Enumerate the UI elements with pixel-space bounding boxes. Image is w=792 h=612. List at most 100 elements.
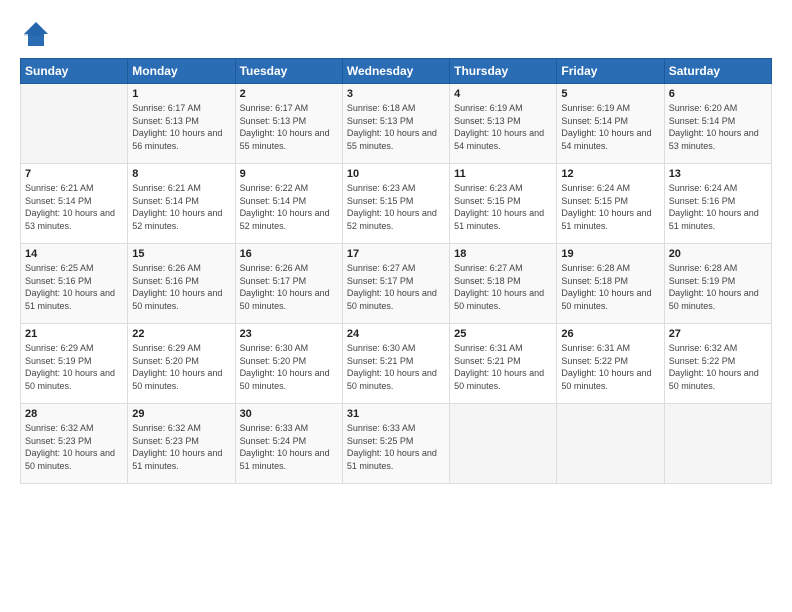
day-info: Sunrise: 6:20 AMSunset: 5:14 PMDaylight:…	[669, 102, 767, 152]
calendar-table: SundayMondayTuesdayWednesdayThursdayFrid…	[20, 58, 772, 484]
day-info: Sunrise: 6:30 AMSunset: 5:20 PMDaylight:…	[240, 342, 338, 392]
day-number: 15	[132, 248, 230, 260]
day-number: 3	[347, 88, 445, 100]
logo-icon	[20, 18, 52, 50]
day-info: Sunrise: 6:22 AMSunset: 5:14 PMDaylight:…	[240, 182, 338, 232]
day-cell: 16Sunrise: 6:26 AMSunset: 5:17 PMDayligh…	[235, 244, 342, 324]
day-cell: 15 Sunrise: 6:26 AMSunset: 5:16 PMDayligh…	[128, 244, 235, 324]
day-info: Sunrise: 6:32 AMSunset: 5:22 PMDaylight:…	[669, 342, 767, 392]
day-cell: 3Sunrise: 6:18 AMSunset: 5:13 PMDaylight…	[342, 84, 449, 164]
day-cell: 11Sunrise: 6:23 AMSunset: 5:15 PMDayligh…	[450, 164, 557, 244]
day-cell: 10 Sunrise: 6:23 AMSunset: 5:15 PMDayligh…	[342, 164, 449, 244]
day-number: 11	[454, 168, 552, 180]
day-number: 30	[240, 408, 338, 420]
day-info: Sunrise: 6:24 AMSunset: 5:15 PMDaylight:…	[561, 182, 659, 232]
day-cell: 5 Sunrise: 6:19 AMSunset: 5:14 PMDaylight…	[557, 84, 664, 164]
day-number: 23	[240, 328, 338, 340]
day-number: 7	[25, 168, 123, 180]
day-info: Sunrise: 6:31 AMSunset: 5:21 PMDaylight:…	[454, 342, 552, 392]
day-cell: 27 Sunrise: 6:32 AMSunset: 5:22 PMDayligh…	[664, 324, 771, 404]
day-info: Sunrise: 6:29 AMSunset: 5:19 PMDaylight:…	[25, 342, 123, 392]
day-number: 1	[132, 88, 230, 100]
day-cell: 24 Sunrise: 6:30 AMSunset: 5:21 PMDayligh…	[342, 324, 449, 404]
header-cell-wednesday: Wednesday	[342, 59, 449, 84]
day-info: Sunrise: 6:21 AMSunset: 5:14 PMDaylight:…	[25, 182, 123, 232]
day-number: 26	[561, 328, 659, 340]
day-cell: 7 Sunrise: 6:21 AMSunset: 5:14 PMDaylight…	[21, 164, 128, 244]
week-row-0: 1 Sunrise: 6:17 AMSunset: 5:13 PMDaylight…	[21, 84, 772, 164]
logo	[20, 18, 56, 50]
day-cell: 8 Sunrise: 6:21 AMSunset: 5:14 PMDaylight…	[128, 164, 235, 244]
day-info: Sunrise: 6:26 AMSunset: 5:17 PMDaylight:…	[240, 262, 338, 312]
day-cell: 13 Sunrise: 6:24 AMSunset: 5:16 PMDayligh…	[664, 164, 771, 244]
day-cell: 17 Sunrise: 6:27 AMSunset: 5:17 PMDayligh…	[342, 244, 449, 324]
header-cell-sunday: Sunday	[21, 59, 128, 84]
day-cell: 2 Sunrise: 6:17 AMSunset: 5:13 PMDaylight…	[235, 84, 342, 164]
day-cell: 9Sunrise: 6:22 AMSunset: 5:14 PMDaylight…	[235, 164, 342, 244]
day-cell	[664, 404, 771, 484]
day-cell: 25 Sunrise: 6:31 AMSunset: 5:21 PMDayligh…	[450, 324, 557, 404]
day-cell: 14Sunrise: 6:25 AMSunset: 5:16 PMDayligh…	[21, 244, 128, 324]
day-cell	[450, 404, 557, 484]
header-cell-thursday: Thursday	[450, 59, 557, 84]
day-number: 25	[454, 328, 552, 340]
day-number: 19	[561, 248, 659, 260]
day-info: Sunrise: 6:21 AMSunset: 5:14 PMDaylight:…	[132, 182, 230, 232]
day-info: Sunrise: 6:28 AMSunset: 5:18 PMDaylight:…	[561, 262, 659, 312]
day-cell	[21, 84, 128, 164]
day-cell: 23 Sunrise: 6:30 AMSunset: 5:20 PMDayligh…	[235, 324, 342, 404]
day-number: 13	[669, 168, 767, 180]
day-cell: 29 Sunrise: 6:32 AMSunset: 5:23 PMDayligh…	[128, 404, 235, 484]
day-cell: 30 Sunrise: 6:33 AMSunset: 5:24 PMDayligh…	[235, 404, 342, 484]
day-number: 8	[132, 168, 230, 180]
day-number: 12	[561, 168, 659, 180]
day-number: 27	[669, 328, 767, 340]
day-info: Sunrise: 6:28 AMSunset: 5:19 PMDaylight:…	[669, 262, 767, 312]
day-info: Sunrise: 6:27 AMSunset: 5:18 PMDaylight:…	[454, 262, 552, 312]
day-info: Sunrise: 6:29 AMSunset: 5:20 PMDaylight:…	[132, 342, 230, 392]
day-info: Sunrise: 6:19 AMSunset: 5:13 PMDaylight:…	[454, 102, 552, 152]
header-cell-saturday: Saturday	[664, 59, 771, 84]
day-info: Sunrise: 6:27 AMSunset: 5:17 PMDaylight:…	[347, 262, 445, 312]
day-cell: 12 Sunrise: 6:24 AMSunset: 5:15 PMDayligh…	[557, 164, 664, 244]
day-number: 24	[347, 328, 445, 340]
header-cell-monday: Monday	[128, 59, 235, 84]
day-number: 2	[240, 88, 338, 100]
header	[20, 18, 772, 50]
day-number: 18	[454, 248, 552, 260]
week-row-1: 7 Sunrise: 6:21 AMSunset: 5:14 PMDaylight…	[21, 164, 772, 244]
day-info: Sunrise: 6:33 AMSunset: 5:25 PMDaylight:…	[347, 422, 445, 472]
day-info: Sunrise: 6:17 AMSunset: 5:13 PMDaylight:…	[240, 102, 338, 152]
day-info: Sunrise: 6:33 AMSunset: 5:24 PMDaylight:…	[240, 422, 338, 472]
day-number: 22	[132, 328, 230, 340]
day-number: 29	[132, 408, 230, 420]
day-info: Sunrise: 6:31 AMSunset: 5:22 PMDaylight:…	[561, 342, 659, 392]
header-row: SundayMondayTuesdayWednesdayThursdayFrid…	[21, 59, 772, 84]
week-row-4: 28Sunrise: 6:32 AMSunset: 5:23 PMDayligh…	[21, 404, 772, 484]
header-cell-friday: Friday	[557, 59, 664, 84]
day-cell: 1 Sunrise: 6:17 AMSunset: 5:13 PMDaylight…	[128, 84, 235, 164]
header-cell-tuesday: Tuesday	[235, 59, 342, 84]
day-info: Sunrise: 6:17 AMSunset: 5:13 PMDaylight:…	[132, 102, 230, 152]
day-number: 20	[669, 248, 767, 260]
day-info: Sunrise: 6:26 AMSunset: 5:16 PMDaylight:…	[132, 262, 230, 312]
day-cell: 6 Sunrise: 6:20 AMSunset: 5:14 PMDaylight…	[664, 84, 771, 164]
day-info: Sunrise: 6:23 AMSunset: 5:15 PMDaylight:…	[347, 182, 445, 232]
day-number: 31	[347, 408, 445, 420]
day-cell: 21 Sunrise: 6:29 AMSunset: 5:19 PMDayligh…	[21, 324, 128, 404]
day-number: 5	[561, 88, 659, 100]
day-number: 4	[454, 88, 552, 100]
day-info: Sunrise: 6:32 AMSunset: 5:23 PMDaylight:…	[132, 422, 230, 472]
day-info: Sunrise: 6:30 AMSunset: 5:21 PMDaylight:…	[347, 342, 445, 392]
day-info: Sunrise: 6:24 AMSunset: 5:16 PMDaylight:…	[669, 182, 767, 232]
day-cell: 18 Sunrise: 6:27 AMSunset: 5:18 PMDayligh…	[450, 244, 557, 324]
day-cell: 28Sunrise: 6:32 AMSunset: 5:23 PMDayligh…	[21, 404, 128, 484]
day-info: Sunrise: 6:19 AMSunset: 5:14 PMDaylight:…	[561, 102, 659, 152]
day-cell: 19 Sunrise: 6:28 AMSunset: 5:18 PMDayligh…	[557, 244, 664, 324]
day-number: 6	[669, 88, 767, 100]
day-number: 10	[347, 168, 445, 180]
day-cell: 26 Sunrise: 6:31 AMSunset: 5:22 PMDayligh…	[557, 324, 664, 404]
day-number: 17	[347, 248, 445, 260]
day-cell: 31 Sunrise: 6:33 AMSunset: 5:25 PMDayligh…	[342, 404, 449, 484]
day-number: 21	[25, 328, 123, 340]
